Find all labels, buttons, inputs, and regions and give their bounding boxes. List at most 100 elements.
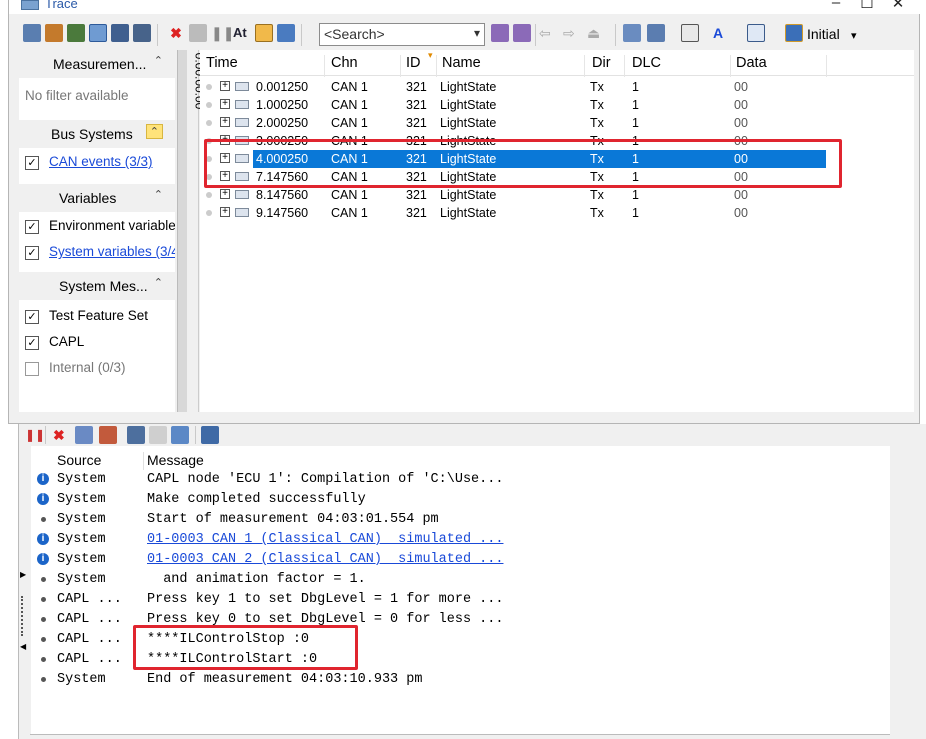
font-size-icon[interactable]: A — [713, 24, 731, 42]
search-input[interactable]: <Search> ▾ — [319, 23, 485, 46]
filter-settings-icon[interactable] — [111, 24, 129, 42]
clear-all-icon[interactable] — [99, 426, 117, 444]
window-options-icon[interactable] — [201, 426, 219, 444]
find-previous-icon[interactable] — [491, 24, 509, 42]
binoculars-icon[interactable] — [127, 426, 145, 444]
window-options-icon[interactable] — [647, 24, 665, 42]
table-row[interactable]: +1.000250 CAN 1 321 LightState Tx 1 00 — [200, 96, 914, 114]
checkbox-test-feature-set[interactable]: ✓ — [25, 310, 39, 324]
detail-view-icon[interactable] — [23, 24, 41, 42]
minimize-button[interactable]: – — [821, 0, 851, 11]
clear-icon[interactable] — [189, 24, 207, 42]
columns-icon[interactable] — [681, 24, 699, 42]
section-bus-systems[interactable]: Bus Systems ⌃ — [19, 120, 175, 148]
list-item[interactable]: System and animation factor = 1. — [31, 570, 891, 590]
expand-icon[interactable]: + — [220, 99, 230, 109]
checkbox-environment-variables[interactable]: ✓ — [25, 220, 39, 234]
find-next-icon[interactable] — [513, 24, 531, 42]
export-icon[interactable] — [171, 426, 189, 444]
column-header-name[interactable]: Name — [442, 55, 481, 71]
list-item[interactable]: CAPL ... Press key 1 to set DbgLevel = 1 … — [31, 590, 891, 610]
list-item[interactable]: i System Make completed successfully — [31, 490, 891, 510]
expand-icon[interactable]: + — [220, 81, 230, 91]
cell-dir: Tx — [590, 98, 604, 112]
list-item[interactable]: System End of measurement 04:03:10.933 pm — [31, 670, 891, 690]
list-item[interactable]: System Start of measurement 04:03:01.554 … — [31, 510, 891, 530]
can-events-link[interactable]: CAN events (3/3) — [49, 154, 153, 169]
bullet-icon — [41, 577, 46, 582]
column-header-source[interactable]: Source — [57, 452, 101, 468]
section-measurement[interactable]: Measuremen... ⌃ — [19, 50, 175, 78]
back-arrow-icon[interactable]: ⇦ — [539, 24, 557, 42]
column-header-message[interactable]: Message — [147, 452, 204, 468]
highlight-icon[interactable] — [255, 24, 273, 42]
cell-name: LightState — [440, 98, 497, 112]
no-filter-text: No filter available — [25, 88, 129, 103]
row-source: System — [57, 552, 106, 567]
column-header-data[interactable]: Data — [736, 55, 767, 71]
column-header-chn[interactable]: Chn — [331, 55, 358, 71]
section-system-messages[interactable]: System Mes... ⌃ — [19, 272, 175, 300]
delete-icon[interactable]: ✖ — [167, 24, 185, 42]
chevron-up-icon[interactable]: ⌃ — [154, 54, 163, 67]
test-feature-set-label: Test Feature Set — [49, 308, 149, 323]
window-layout-icon[interactable] — [623, 24, 641, 42]
binoculars-icon[interactable] — [133, 24, 151, 42]
cell-id: 321 — [406, 80, 427, 94]
row-message[interactable]: 01-0003 CAN 1 (Classical CAN) simulated … — [147, 532, 503, 547]
row-source: System — [57, 672, 106, 687]
chevron-up-icon[interactable]: ⌃ — [154, 276, 163, 289]
display-mode-icon[interactable] — [747, 24, 765, 42]
column-header-time[interactable]: Time — [206, 55, 238, 71]
list-item[interactable]: i System 01-0003 CAN 1 (Classical CAN) sim… — [31, 530, 891, 550]
expand-icon[interactable]: + — [220, 117, 230, 127]
column-header-dir[interactable]: Dir — [592, 55, 611, 71]
forward-arrow-icon[interactable]: ⇨ — [563, 24, 581, 42]
list-item[interactable]: i System CAPL node 'ECU 1': Compilation of… — [31, 470, 891, 490]
table-row[interactable]: +9.147560 CAN 1 321 LightState Tx 1 00 — [200, 204, 914, 222]
system-variables-link[interactable]: System variables (3/4 — [49, 244, 175, 259]
message-envelope-icon — [235, 118, 249, 127]
chevron-down-icon[interactable]: ▾ — [851, 29, 857, 42]
chevron-down-icon[interactable]: ▾ — [474, 26, 480, 40]
checkbox-can-events[interactable]: ✓ — [25, 156, 39, 170]
write-toolbar: ❚❚ ✖ — [19, 424, 891, 446]
checkbox-system-variables[interactable]: ✓ — [25, 246, 39, 260]
row-message[interactable]: 01-0003 CAN 2 (Classical CAN) simulated … — [147, 552, 503, 567]
expand-icon[interactable]: + — [220, 189, 230, 199]
chevron-up-icon[interactable]: ⌃ — [145, 124, 163, 139]
expand-arrow-icon[interactable]: ▶ — [20, 570, 26, 579]
cell-id: 321 — [406, 116, 427, 130]
checkbox-capl[interactable]: ✓ — [25, 336, 39, 350]
column-header-dlc[interactable]: DLC — [632, 55, 661, 71]
clear-filter-icon[interactable] — [75, 426, 93, 444]
chevron-up-icon[interactable]: ⌃ — [154, 188, 163, 201]
table-row[interactable]: +8.147560 CAN 1 321 LightState Tx 1 00 — [200, 186, 914, 204]
copy-icon[interactable] — [149, 426, 167, 444]
list-item[interactable]: i System 01-0003 CAN 2 (Classical CAN) sim… — [31, 550, 891, 570]
delete-icon[interactable]: ✖ — [53, 426, 71, 444]
pause-icon[interactable]: ❚❚ — [25, 426, 45, 444]
table-row[interactable]: +0.001250 CAN 1 321 LightState Tx 1 00 — [200, 78, 914, 96]
sort-az-icon[interactable]: At — [233, 24, 251, 42]
filter-icon[interactable] — [89, 24, 107, 42]
section-variables[interactable]: Variables ⌃ — [19, 184, 175, 212]
row-message: and animation factor = 1. — [147, 572, 366, 587]
initial-layout-icon[interactable] — [785, 24, 803, 42]
column-header-id[interactable]: ID — [406, 55, 421, 71]
collapse-arrow-icon[interactable]: ◀ — [20, 642, 26, 651]
close-button[interactable]: ✕ — [883, 0, 913, 12]
chronological-view-icon[interactable] — [45, 24, 63, 42]
statistics-icon[interactable] — [67, 24, 85, 42]
splitter-grip[interactable] — [21, 596, 23, 636]
table-row[interactable]: +2.000250 CAN 1 321 LightState Tx 1 00 — [200, 114, 914, 132]
checkbox-internal[interactable] — [25, 362, 39, 376]
maximize-button[interactable]: ☐ — [852, 0, 882, 12]
initial-dropdown[interactable]: Initial — [807, 26, 840, 42]
pause-icon[interactable]: ❚❚ — [211, 24, 234, 42]
expand-icon[interactable]: + — [220, 207, 230, 217]
filter-apply-icon[interactable] — [277, 24, 295, 42]
write-header: Source Message — [31, 448, 891, 470]
pane-splitter[interactable] — [177, 50, 187, 412]
marker-icon[interactable]: ⏏ — [587, 24, 605, 42]
